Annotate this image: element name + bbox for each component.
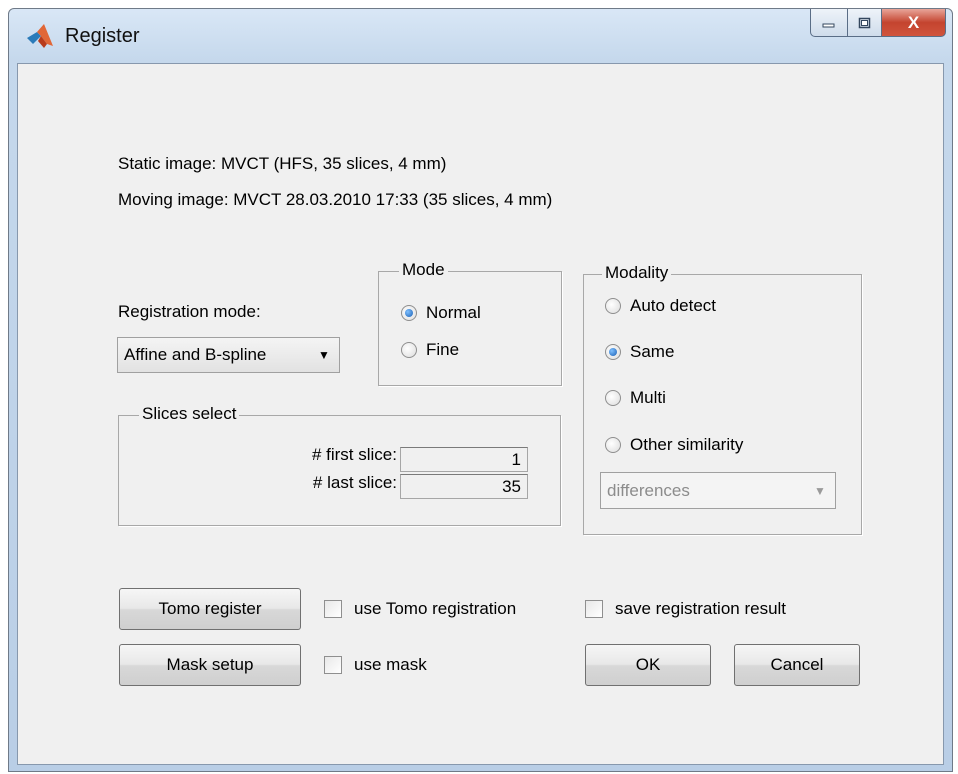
minimize-button[interactable]: [810, 9, 848, 37]
slices-select-group: Slices select # first slice: 1 # last sl…: [118, 404, 561, 526]
similarity-select[interactable]: differences ▼: [600, 472, 836, 509]
window-title: Register: [65, 25, 140, 47]
first-slice-label: # first slice:: [311, 445, 397, 464]
use-mask-checkbox[interactable]: use mask: [324, 655, 427, 675]
radio-mode-normal-label: Normal: [426, 303, 481, 322]
radio-mode-fine[interactable]: Fine: [401, 340, 459, 360]
cancel-button[interactable]: Cancel: [734, 644, 860, 686]
dropdown-arrow-icon: ▼: [814, 483, 826, 498]
radio-modality-other-similarity[interactable]: Other similarity: [605, 435, 743, 455]
radio-other-similarity-label: Other similarity: [630, 435, 744, 454]
radio-modality-auto-detect[interactable]: Auto detect: [605, 296, 716, 316]
minimize-icon: [822, 23, 835, 27]
radio-modality-same[interactable]: Same: [605, 342, 674, 362]
mode-group-title: Mode: [399, 260, 448, 280]
registration-mode-value: Affine and B-spline: [124, 345, 267, 364]
use-tomo-registration-label: use Tomo registration: [354, 599, 517, 618]
slices-group-title: Slices select: [139, 404, 240, 424]
close-button[interactable]: X: [882, 9, 946, 37]
tomo-register-button[interactable]: Tomo register: [119, 588, 301, 630]
maximize-icon: [858, 17, 870, 28]
last-slice-input[interactable]: 35: [400, 474, 528, 499]
registration-mode-label: Registration mode:: [118, 302, 261, 321]
window-controls: X: [810, 9, 946, 39]
mode-group: Mode Normal Fine: [378, 260, 562, 386]
radio-modality-multi[interactable]: Multi: [605, 388, 666, 408]
checkbox-unchecked-icon: [585, 600, 603, 618]
modality-group-title: Modality: [602, 263, 672, 283]
close-icon: X: [907, 12, 920, 32]
radio-unselected-icon: [605, 437, 621, 453]
similarity-select-value: differences: [607, 480, 690, 500]
radio-same-label: Same: [630, 342, 675, 361]
save-registration-result-label: save registration result: [615, 599, 787, 618]
radio-selected-icon: [401, 305, 417, 321]
checkbox-unchecked-icon: [324, 600, 342, 618]
title-bar[interactable]: Register X: [9, 9, 952, 63]
maximize-button[interactable]: [848, 9, 882, 37]
use-mask-label: use mask: [354, 655, 427, 674]
radio-selected-icon: [605, 344, 621, 360]
radio-mode-normal[interactable]: Normal: [401, 303, 481, 323]
radio-mode-fine-label: Fine: [426, 340, 460, 359]
dropdown-arrow-icon: ▼: [318, 348, 330, 362]
dialog-body: Static image: MVCT (HFS, 35 slices, 4 mm…: [17, 63, 944, 765]
mask-setup-button[interactable]: Mask setup: [119, 644, 301, 686]
radio-unselected-icon: [401, 342, 417, 358]
save-registration-result-checkbox[interactable]: save registration result: [585, 599, 786, 619]
moving-image-info: Moving image: MVCT 28.03.2010 17:33 (35 …: [118, 190, 553, 209]
modality-group: Modality Auto detect Same Multi Other si…: [583, 263, 862, 535]
first-slice-input[interactable]: 1: [400, 447, 528, 472]
ok-button[interactable]: OK: [585, 644, 711, 686]
static-image-info: Static image: MVCT (HFS, 35 slices, 4 mm…: [118, 154, 447, 173]
checkbox-unchecked-icon: [324, 656, 342, 674]
radio-unselected-icon: [605, 390, 621, 406]
registration-mode-select[interactable]: Affine and B-spline ▼: [117, 337, 340, 373]
register-window: Register X Static image: MVCT (HFS, 35 s…: [8, 8, 953, 772]
radio-unselected-icon: [605, 298, 621, 314]
matlab-logo-icon: [27, 24, 53, 48]
radio-auto-detect-label: Auto detect: [630, 296, 717, 315]
radio-multi-label: Multi: [630, 388, 666, 407]
use-tomo-registration-checkbox[interactable]: use Tomo registration: [324, 599, 516, 619]
last-slice-label: # last slice:: [312, 473, 397, 492]
